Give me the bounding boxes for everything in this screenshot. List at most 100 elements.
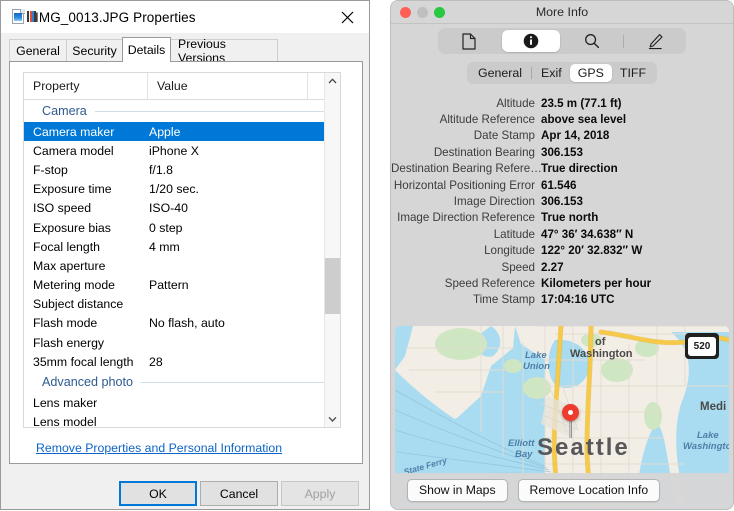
minimize-window-button[interactable]: [417, 7, 428, 18]
property-name: F-stop: [24, 163, 148, 177]
property-table: Property Value CameraCamera makerAppleCa…: [23, 72, 341, 428]
property-name: Focal length: [24, 240, 148, 254]
tab-tiff[interactable]: TIFF: [612, 64, 654, 82]
metadata-value: above sea level: [541, 112, 733, 127]
document-icon[interactable]: [440, 30, 498, 52]
location-map[interactable]: LakeUnionofWashingtonElliottBaySeattleMe…: [395, 326, 729, 507]
info-circle-icon[interactable]: [502, 30, 560, 52]
property-value: 4 mm: [148, 240, 340, 254]
metadata-key: Speed: [391, 260, 541, 275]
property-value: iPhone X: [148, 144, 340, 158]
property-name: Lens maker: [24, 396, 148, 410]
property-scrollbar[interactable]: [324, 73, 340, 427]
metadata-row: Destination Bearing306.153: [391, 144, 733, 160]
metadata-row: Altitude Referenceabove sea level: [391, 111, 733, 127]
show-in-maps-button[interactable]: Show in Maps: [407, 479, 508, 502]
metadata-key: Destination Bearing Refere…: [391, 161, 541, 176]
metadata-value: True north: [541, 210, 733, 225]
metadata-key: Date Stamp: [391, 128, 541, 143]
dialog-button-row: OK Cancel Apply: [1, 473, 371, 511]
tab-security[interactable]: Security: [66, 39, 123, 61]
metadata-key: Image Direction Reference: [391, 210, 541, 225]
remove-properties-link[interactable]: Remove Properties and Personal Informati…: [36, 441, 282, 455]
column-header-value[interactable]: Value: [148, 73, 308, 99]
property-name: Metering mode: [24, 278, 148, 292]
tab-general[interactable]: General: [9, 39, 67, 61]
metadata-value: Kilometers per hour: [541, 276, 733, 291]
table-row[interactable]: 35mm focal length28: [24, 352, 340, 371]
column-header-property[interactable]: Property: [24, 73, 148, 99]
tab-previous-versions[interactable]: Previous Versions: [170, 39, 278, 61]
table-row[interactable]: Flash modeNo flash, auto: [24, 314, 340, 333]
dialog-title: IMG_0013.JPG Properties: [35, 10, 196, 25]
property-group-header: Advanced photo: [24, 371, 340, 393]
chevron-up-icon[interactable]: [325, 73, 340, 89]
table-row[interactable]: Exposure bias0 step: [24, 218, 340, 237]
remove-location-info-button[interactable]: Remove Location Info: [518, 479, 661, 502]
property-name: Camera model: [24, 144, 148, 158]
metadata-value: 2.27: [541, 260, 733, 275]
table-row[interactable]: Max aperture: [24, 256, 340, 275]
tab-exif[interactable]: Exif: [533, 64, 570, 82]
location-pin-icon[interactable]: [559, 404, 581, 438]
metadata-key: Speed Reference: [391, 276, 541, 291]
zoom-window-button[interactable]: [434, 7, 445, 18]
table-row[interactable]: Subject distance: [24, 295, 340, 314]
tab-general[interactable]: General: [470, 64, 530, 82]
table-row[interactable]: Flash energy: [24, 333, 340, 352]
table-row[interactable]: F-stopf/1.8: [24, 160, 340, 179]
table-row[interactable]: Lens model: [24, 413, 340, 428]
metadata-value: True direction: [541, 161, 733, 176]
table-row[interactable]: Metering modePattern: [24, 276, 340, 295]
table-row[interactable]: Exposure time1/20 sec.: [24, 180, 340, 199]
table-row[interactable]: Camera modeliPhone X: [24, 141, 340, 160]
metadata-key: Horizontal Positioning Error: [391, 178, 541, 193]
ok-button[interactable]: OK: [119, 481, 197, 506]
metadata-row: Date StampApr 14, 2018: [391, 128, 733, 144]
screen-root: IMG_0013.JPG Properties General Security…: [0, 0, 734, 510]
property-group-label: Advanced photo: [42, 375, 133, 389]
scrollbar-thumb[interactable]: [325, 258, 340, 314]
highway-shield-number: 520: [688, 337, 716, 356]
property-group-header: Camera: [24, 100, 340, 122]
search-icon[interactable]: [564, 30, 622, 52]
table-row[interactable]: ISO speedISO-40: [24, 199, 340, 218]
metadata-row: Image Direction306.153: [391, 193, 733, 209]
close-window-button[interactable]: [400, 7, 411, 18]
dialog-titlebar: IMG_0013.JPG Properties: [1, 1, 369, 33]
apply-button: Apply: [281, 481, 359, 506]
property-name: Flash mode: [24, 316, 148, 330]
metadata-row: Horizontal Positioning Error61.546: [391, 177, 733, 193]
dialog-tabstrip: General Security Details Previous Versio…: [9, 37, 363, 61]
map-action-buttons: Show in Maps Remove Location Info: [395, 473, 729, 507]
tab-details[interactable]: Details: [122, 37, 171, 62]
property-name: Max aperture: [24, 259, 148, 273]
metadata-value: 61.546: [541, 178, 733, 193]
gps-metadata-list: Altitude23.5 m (77.1 ft)Altitude Referen…: [391, 88, 733, 316]
property-name: Lens model: [24, 415, 148, 428]
property-value: Pattern: [148, 278, 340, 292]
panel-titlebar: More Info: [391, 1, 733, 24]
chevron-down-icon[interactable]: [325, 411, 340, 427]
metadata-row: Longitude122° 20′ 32.832″ W: [391, 243, 733, 259]
tab-gps[interactable]: GPS: [570, 64, 612, 82]
property-group-rule: [95, 111, 334, 112]
property-name: Flash energy: [24, 336, 148, 350]
property-table-header: Property Value: [24, 73, 340, 100]
cancel-button[interactable]: Cancel: [200, 481, 278, 506]
close-icon[interactable]: [325, 1, 369, 33]
property-value: ISO-40: [148, 201, 340, 215]
table-row[interactable]: Camera makerApple: [24, 122, 340, 141]
properties-dialog: IMG_0013.JPG Properties General Security…: [0, 0, 370, 510]
more-info-panel: More Info: [390, 0, 734, 510]
property-value: Apple: [148, 125, 340, 139]
metadata-row: Image Direction ReferenceTrue north: [391, 210, 733, 226]
highway-shield-icon: 520: [685, 333, 719, 359]
markup-pencil-icon[interactable]: [626, 30, 684, 52]
property-name: ISO speed: [24, 201, 148, 215]
panel-title: More Info: [536, 5, 588, 19]
table-row[interactable]: Lens maker: [24, 393, 340, 412]
panel-toolbar: [391, 24, 733, 58]
table-row[interactable]: Focal length4 mm: [24, 237, 340, 256]
metadata-key: Destination Bearing: [391, 145, 541, 160]
